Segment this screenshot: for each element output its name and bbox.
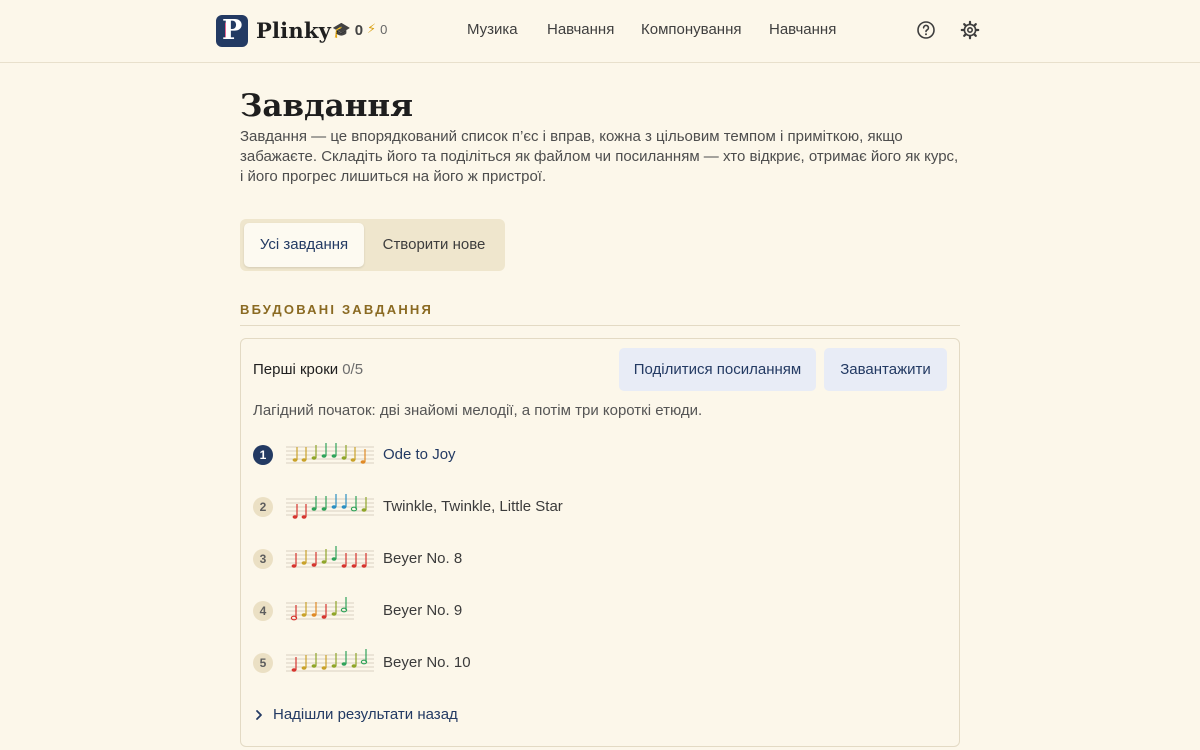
sheet-music-thumbnail-icon bbox=[286, 546, 374, 568]
section-divider bbox=[240, 325, 960, 326]
plinky-logo-icon[interactable]: P bbox=[216, 15, 248, 47]
streak-counter: 🎓 0 bbox=[332, 21, 364, 40]
item-label: Beyer No. 9 bbox=[383, 602, 463, 619]
brand-name[interactable]: Plinky bbox=[256, 18, 331, 43]
nav-learning[interactable]: Навчання bbox=[547, 21, 614, 38]
sheet-music-thumbnail-icon bbox=[286, 443, 374, 464]
logo-letter: P bbox=[222, 15, 243, 46]
item-number: 4 bbox=[253, 601, 273, 621]
tab-all-assignments[interactable]: Усі завдання bbox=[244, 223, 364, 267]
sheet-music-thumbnail-icon bbox=[286, 649, 374, 672]
item-label: Beyer No. 8 bbox=[383, 550, 463, 567]
item-label: Ode to Joy bbox=[383, 446, 456, 463]
gear-icon[interactable] bbox=[960, 20, 980, 40]
assignment-title-row: Перші кроки 0/5 bbox=[253, 361, 363, 378]
assignment-description: Лагідний початок: дві знайомі мелодії, а… bbox=[253, 402, 703, 419]
item-number: 1 bbox=[253, 445, 273, 465]
help-circle-icon[interactable] bbox=[916, 20, 936, 40]
sheet-music-thumbnail-icon bbox=[286, 597, 354, 621]
chevron-right-icon bbox=[256, 709, 262, 720]
item-number: 5 bbox=[253, 653, 273, 673]
assignment-item[interactable]: 2 Twinkle, Twinkle, Little Star bbox=[253, 493, 853, 521]
tab-create-new[interactable]: Створити нове bbox=[372, 223, 496, 267]
lightning-icon: ⚡ bbox=[367, 21, 377, 36]
section-label: ВБУДОВАНІ ЗАВДАННЯ bbox=[240, 302, 434, 317]
assignment-item[interactable]: 1 Ode to Joy bbox=[253, 441, 853, 469]
send-results-toggle[interactable]: Надішли результати назад bbox=[253, 706, 458, 723]
item-label: Twinkle, Twinkle, Little Star bbox=[383, 498, 563, 515]
page-title: Завдання bbox=[240, 88, 414, 124]
assignment-item[interactable]: 4 Beyer No. 9 bbox=[253, 597, 853, 625]
send-results-label: Надішли результати назад bbox=[273, 706, 458, 723]
sheet-music-thumbnail-icon bbox=[286, 494, 374, 519]
nav-composing[interactable]: Компонування bbox=[641, 21, 741, 38]
share-link-button[interactable]: Поділитися посиланням bbox=[619, 348, 816, 391]
energy-counter: ⚡ 0 bbox=[367, 21, 387, 37]
item-label: Beyer No. 10 bbox=[383, 654, 471, 671]
assignment-item[interactable]: 3 Beyer No. 8 bbox=[253, 545, 853, 573]
nav-learning-2[interactable]: Навчання bbox=[769, 21, 836, 38]
streak-count: 0 bbox=[354, 21, 364, 39]
assignment-title: Перші кроки bbox=[253, 361, 339, 378]
item-number: 2 bbox=[253, 497, 273, 517]
top-bar: P Plinky 🎓 0 ⚡ 0 Музика Навчання Компону… bbox=[0, 0, 1200, 63]
energy-count: 0 bbox=[380, 21, 388, 37]
page-intro: Завдання — це впорядкований список п’єс … bbox=[240, 128, 959, 185]
assignment-progress: 0/5 bbox=[342, 361, 364, 378]
assignment-tabs: Усі завдання Створити нове bbox=[240, 219, 505, 271]
graduation-cap-icon: 🎓 bbox=[332, 22, 351, 39]
item-number: 3 bbox=[253, 549, 273, 569]
download-button[interactable]: Завантажити bbox=[824, 348, 947, 391]
nav-music[interactable]: Музика bbox=[467, 21, 518, 38]
assignment-item[interactable]: 5 Beyer No. 10 bbox=[253, 649, 853, 677]
assignment-card: Перші кроки 0/5 Поділитися посиланням Зав… bbox=[240, 338, 960, 747]
